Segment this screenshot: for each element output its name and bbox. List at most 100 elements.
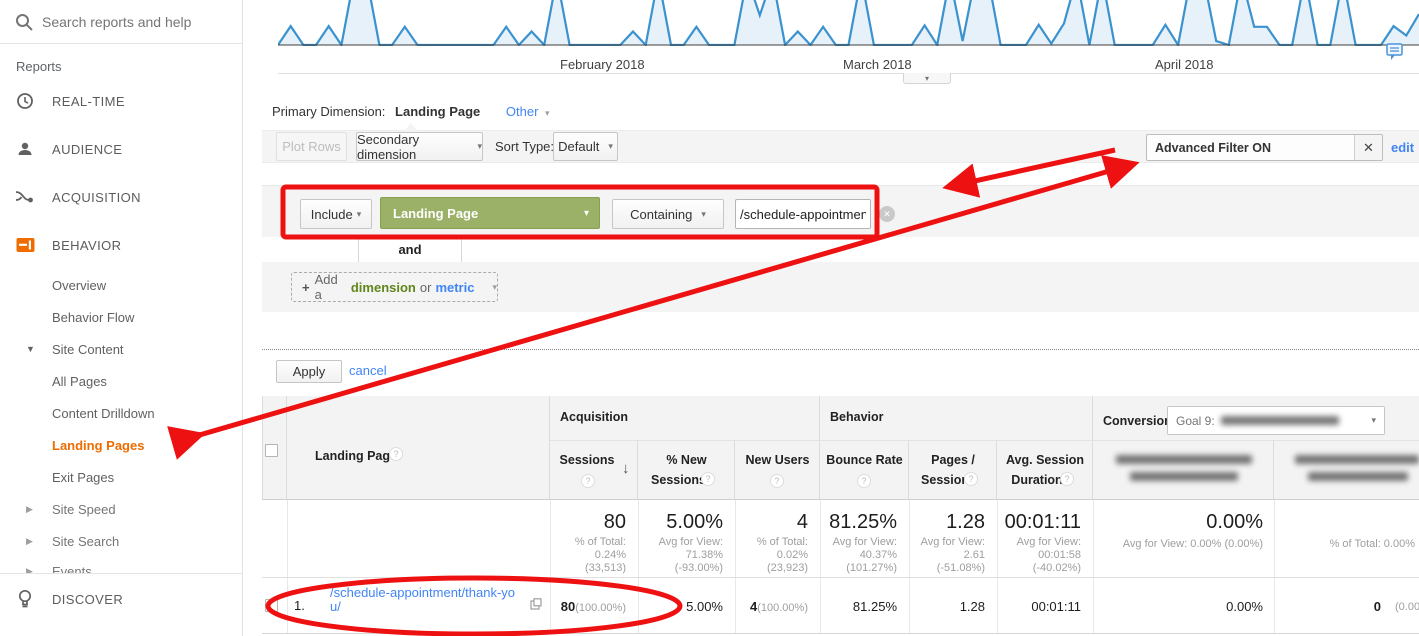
avg-session-duration-column-header[interactable]: Avg. Session <box>997 453 1093 467</box>
sort-type-button[interactable]: Default ▾ <box>553 132 618 161</box>
summary-sessions-sub2: 0.24% <box>550 549 626 562</box>
caret-down-icon: ▾ <box>608 141 613 152</box>
header-pct-new-cell <box>638 440 735 500</box>
cancel-link[interactable]: cancel <box>349 363 387 378</box>
row-duration: 00:01:11 <box>997 599 1081 614</box>
person-icon <box>14 139 36 159</box>
landing-page-column-header[interactable]: Landing Page <box>315 449 397 463</box>
match-type-select[interactable]: Containing ▾ <box>612 199 724 229</box>
caret-right-icon: ▶ <box>26 504 33 515</box>
sidebar-item-site-search[interactable]: ▶ Site Search <box>0 532 243 550</box>
sidebar-item-realtime[interactable]: REAL-TIME <box>0 91 243 111</box>
sidebar-item-audience[interactable]: AUDIENCE <box>0 139 243 159</box>
row-bounce: 81.25% <box>820 599 897 614</box>
close-icon[interactable]: ✕ <box>1354 135 1382 160</box>
behavior-group-label: Behavior <box>830 410 884 424</box>
row-goal-completions: 0 <box>1355 599 1381 614</box>
toolbar-notch <box>404 123 418 131</box>
row-checkbox[interactable] <box>265 599 278 612</box>
select-all-checkbox[interactable] <box>265 444 278 457</box>
help-icon[interactable]: ? <box>857 474 871 488</box>
summary-duration-sub3: (-40.02%) <box>997 562 1081 575</box>
sidebar-item-site-speed[interactable]: ▶ Site Speed <box>0 500 243 518</box>
landing-page-link-line2: u/ <box>330 600 515 614</box>
filter-dimension-select[interactable]: Landing Page ▾ <box>380 197 600 229</box>
axis-tick-march: March 2018 <box>843 57 912 72</box>
sort-descending-icon[interactable]: ↓ <box>622 460 630 477</box>
summary-sessions-sub3: (33,513) <box>550 562 626 575</box>
edit-filter-link[interactable]: edit <box>1391 140 1414 155</box>
help-icon[interactable]: ? <box>770 474 784 488</box>
search-bar[interactable]: Search reports and help <box>0 0 243 44</box>
sidebar-item-all-pages[interactable]: All Pages <box>0 372 243 390</box>
header-bounce-cell <box>820 440 909 500</box>
clock-icon <box>14 91 36 111</box>
help-icon[interactable]: ? <box>1060 472 1074 486</box>
lightbulb-icon <box>14 589 36 609</box>
row-sessions: 80(100.00%) <box>550 599 626 614</box>
pct-new-sessions-column-header[interactable]: % New <box>638 453 735 467</box>
filter-value-input[interactable] <box>735 199 871 229</box>
apply-button[interactable]: Apply <box>276 360 342 383</box>
sidebar-item-landing-pages[interactable]: Landing Pages <box>0 436 243 454</box>
caret-right-icon: ▶ <box>26 536 33 547</box>
include-exclude-select[interactable]: Include ▾ <box>300 199 372 229</box>
help-icon[interactable]: ? <box>581 474 595 488</box>
redacted-goal-rate-header <box>1116 455 1252 464</box>
external-link-icon[interactable] <box>530 598 542 610</box>
goal-selector-dropdown[interactable]: Goal 9: ▾ <box>1167 406 1385 435</box>
new-users-column-header[interactable]: New Users <box>735 453 820 467</box>
sidebar: Search reports and help Reports REAL-TIM… <box>0 0 243 636</box>
help-icon[interactable]: ? <box>964 472 978 486</box>
row-index: 1. <box>294 598 305 613</box>
add-dimension-metric-button[interactable]: + Add a dimension or metric ▾ <box>291 272 498 302</box>
summary-new-users-sub: % of Total: <box>735 536 808 549</box>
sidebar-item-behavior[interactable]: BEHAVIOR <box>0 235 243 255</box>
sidebar-item-site-content[interactable]: ▼ Site Content <box>0 340 243 358</box>
redacted-goal-completions-header-line2 <box>1308 472 1408 481</box>
summary-bounce-sub: Avg for View: <box>820 536 897 549</box>
row-pct-new: 5.00% <box>638 599 723 614</box>
acquisition-icon <box>14 187 36 207</box>
gridline <box>1274 500 1275 634</box>
landing-page-link-line1: /schedule-appointment/thank-yo <box>330 586 515 600</box>
primary-dimension-value[interactable]: Landing Page <box>395 104 480 119</box>
sidebar-item-content-drilldown[interactable]: Content Drilldown <box>0 404 243 422</box>
sidebar-item-discover[interactable]: DISCOVER <box>0 589 243 609</box>
collapse-chart-tab[interactable]: ▾ <box>903 73 951 84</box>
annotation-icon[interactable] <box>1386 43 1406 63</box>
pages-session-column-header[interactable]: Pages / <box>909 453 997 467</box>
sidebar-item-overview[interactable]: Overview <box>0 276 243 294</box>
summary-new-users: 4 <box>735 511 808 534</box>
summary-bounce-sub2: 40.37% <box>820 549 897 562</box>
row-divider <box>262 577 1419 578</box>
search-input[interactable]: Search reports and help <box>42 14 191 30</box>
row-goal-completions-pct: (0.00 <box>1395 601 1419 613</box>
axis-tick-april: April 2018 <box>1155 57 1214 72</box>
help-icon[interactable]: ? <box>389 447 403 461</box>
primary-dimension-other[interactable]: Other <box>506 104 539 119</box>
caret-down-icon: ▼ <box>26 344 35 354</box>
summary-pages-sub: Avg for View: <box>909 536 985 549</box>
landing-page-link[interactable]: /schedule-appointment/thank-yo u/ <box>330 586 515 614</box>
caret-down-icon: ▾ <box>701 209 706 220</box>
sidebar-item-acquisition[interactable]: ACQUISITION <box>0 187 243 207</box>
caret-down-icon: ▾ <box>357 209 362 220</box>
bounce-rate-column-header[interactable]: Bounce Rate <box>820 453 909 467</box>
redacted-goal-name <box>1221 416 1339 425</box>
sidebar-item-exit-pages[interactable]: Exit Pages <box>0 468 243 486</box>
help-icon[interactable]: ? <box>701 472 715 486</box>
summary-duration-sub: Avg for View: <box>997 536 1081 549</box>
gridline <box>287 500 288 634</box>
summary-pct-new: 5.00% <box>638 511 723 534</box>
plot-rows-button[interactable]: Plot Rows <box>276 132 347 161</box>
sessions-column-header[interactable]: Sessions <box>552 453 622 467</box>
summary-pages: 1.28 <box>909 511 985 534</box>
summary-pct-new-sub: Avg for View: <box>638 536 723 549</box>
summary-pct-new-sub2: 71.38% <box>638 549 723 562</box>
remove-condition-icon[interactable]: ✕ <box>879 206 895 222</box>
advanced-filter-label: Advanced Filter ON <box>1147 135 1354 160</box>
reports-section-label: Reports <box>16 59 62 74</box>
secondary-dimension-button[interactable]: Secondary dimension ▾ <box>356 132 483 161</box>
sidebar-item-behavior-flow[interactable]: Behavior Flow <box>0 308 243 326</box>
